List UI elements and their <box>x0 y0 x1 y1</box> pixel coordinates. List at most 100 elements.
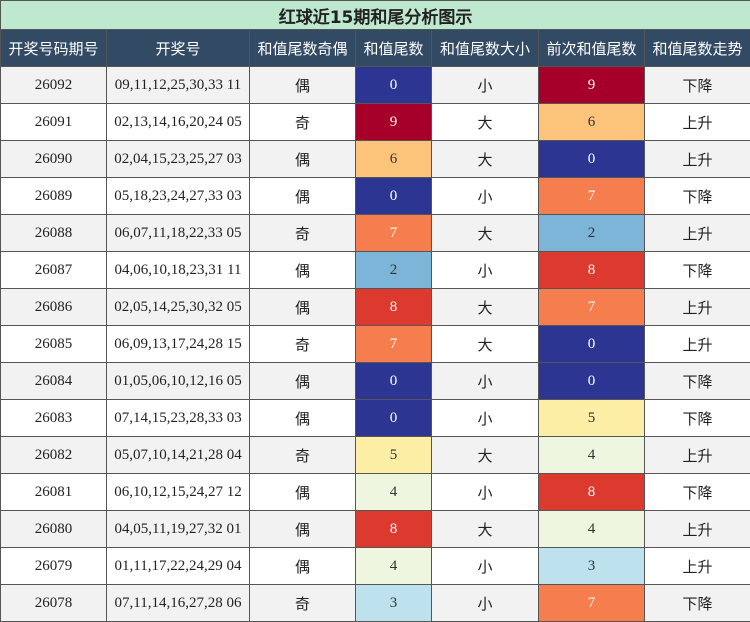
trend-cell: 下降 <box>645 585 750 622</box>
prev-tail-cell: 2 <box>539 215 645 252</box>
tail-cell: 4 <box>356 474 432 511</box>
issue-cell: 26087 <box>1 252 107 289</box>
size-cell: 大 <box>432 104 539 141</box>
tail-cell: 3 <box>356 585 432 622</box>
size-cell: 大 <box>432 215 539 252</box>
numbers-cell: 07,11,14,16,27,28 06 <box>107 585 250 622</box>
trend-cell: 上升 <box>645 141 750 178</box>
size-cell: 小 <box>432 178 539 215</box>
parity-cell: 偶 <box>250 474 356 511</box>
prev-tail-cell: 7 <box>539 289 645 326</box>
prev-tail-cell: 8 <box>539 252 645 289</box>
parity-cell: 偶 <box>250 252 356 289</box>
prev-tail-cell: 9 <box>539 67 645 104</box>
parity-cell: 偶 <box>250 141 356 178</box>
parity-cell: 偶 <box>250 511 356 548</box>
trend-cell: 上升 <box>645 511 750 548</box>
size-cell: 小 <box>432 585 539 622</box>
page-title: 红球近15期和尾分析图示 <box>1 1 750 30</box>
tail-cell: 0 <box>356 178 432 215</box>
numbers-cell: 04,06,10,18,23,31 11 <box>107 252 250 289</box>
prev-tail-cell: 4 <box>539 437 645 474</box>
table-row: 2608506,09,13,17,24,28 15奇7大0上升 <box>1 326 750 363</box>
table-row: 2609002,04,15,23,25,27 03偶6大0上升 <box>1 141 750 178</box>
header-prev-tail: 前次和值尾数 <box>539 30 645 67</box>
trend-cell: 上升 <box>645 437 750 474</box>
trend-cell: 上升 <box>645 104 750 141</box>
tail-analysis-table: 红球近15期和尾分析图示 开奖号码期号 开奖号 和值尾数奇偶 和值尾数 和值尾数… <box>0 0 750 622</box>
numbers-cell: 05,18,23,24,27,33 03 <box>107 178 250 215</box>
parity-cell: 偶 <box>250 289 356 326</box>
trend-cell: 下降 <box>645 67 750 104</box>
numbers-cell: 04,05,11,19,27,32 01 <box>107 511 250 548</box>
numbers-cell: 01,05,06,10,12,16 05 <box>107 363 250 400</box>
size-cell: 小 <box>432 548 539 585</box>
tail-cell: 8 <box>356 289 432 326</box>
issue-cell: 26080 <box>1 511 107 548</box>
issue-cell: 26083 <box>1 400 107 437</box>
size-cell: 大 <box>432 326 539 363</box>
size-cell: 大 <box>432 437 539 474</box>
trend-cell: 下降 <box>645 252 750 289</box>
prev-tail-cell: 0 <box>539 326 645 363</box>
tail-cell: 5 <box>356 437 432 474</box>
table-row: 2608905,18,23,24,27,33 03偶0小7下降 <box>1 178 750 215</box>
tail-cell: 7 <box>356 215 432 252</box>
parity-cell: 奇 <box>250 585 356 622</box>
prev-tail-cell: 7 <box>539 178 645 215</box>
table-row: 2608106,10,12,15,24,27 12偶4小8下降 <box>1 474 750 511</box>
prev-tail-cell: 6 <box>539 104 645 141</box>
numbers-cell: 09,11,12,25,30,33 11 <box>107 67 250 104</box>
trend-cell: 上升 <box>645 289 750 326</box>
parity-cell: 偶 <box>250 548 356 585</box>
tail-cell: 0 <box>356 363 432 400</box>
table-row: 2608205,07,10,14,21,28 04奇5大4上升 <box>1 437 750 474</box>
tail-analysis-figure: 红球近15期和尾分析图示 开奖号码期号 开奖号 和值尾数奇偶 和值尾数 和值尾数… <box>0 0 750 620</box>
header-size: 和值尾数大小 <box>432 30 539 67</box>
trend-cell: 下降 <box>645 400 750 437</box>
size-cell: 大 <box>432 289 539 326</box>
trend-cell: 上升 <box>645 548 750 585</box>
parity-cell: 偶 <box>250 178 356 215</box>
prev-tail-cell: 3 <box>539 548 645 585</box>
title-row: 红球近15期和尾分析图示 <box>1 1 750 30</box>
table-row: 2609102,13,14,16,20,24 05奇9大6上升 <box>1 104 750 141</box>
header-trend: 和值尾数走势 <box>645 30 750 67</box>
issue-cell: 26090 <box>1 141 107 178</box>
parity-cell: 偶 <box>250 67 356 104</box>
parity-cell: 奇 <box>250 215 356 252</box>
prev-tail-cell: 7 <box>539 585 645 622</box>
size-cell: 大 <box>432 141 539 178</box>
table-row: 2609209,11,12,25,30,33 11偶0小9下降 <box>1 67 750 104</box>
table-row: 2608806,07,11,18,22,33 05奇7大2上升 <box>1 215 750 252</box>
issue-cell: 26081 <box>1 474 107 511</box>
parity-cell: 奇 <box>250 104 356 141</box>
parity-cell: 奇 <box>250 437 356 474</box>
issue-cell: 26079 <box>1 548 107 585</box>
issue-cell: 26089 <box>1 178 107 215</box>
size-cell: 小 <box>432 400 539 437</box>
table-row: 2608004,05,11,19,27,32 01偶8大4上升 <box>1 511 750 548</box>
trend-cell: 上升 <box>645 326 750 363</box>
tail-cell: 9 <box>356 104 432 141</box>
tail-cell: 4 <box>356 548 432 585</box>
issue-cell: 26088 <box>1 215 107 252</box>
table-row: 2608704,06,10,18,23,31 11偶2小8下降 <box>1 252 750 289</box>
numbers-cell: 06,07,11,18,22,33 05 <box>107 215 250 252</box>
size-cell: 大 <box>432 511 539 548</box>
tail-cell: 0 <box>356 67 432 104</box>
trend-cell: 上升 <box>645 215 750 252</box>
tail-cell: 2 <box>356 252 432 289</box>
header-parity: 和值尾数奇偶 <box>250 30 356 67</box>
tail-cell: 6 <box>356 141 432 178</box>
issue-cell: 26092 <box>1 67 107 104</box>
prev-tail-cell: 0 <box>539 141 645 178</box>
parity-cell: 奇 <box>250 326 356 363</box>
issue-cell: 26084 <box>1 363 107 400</box>
issue-cell: 26078 <box>1 585 107 622</box>
numbers-cell: 06,09,13,17,24,28 15 <box>107 326 250 363</box>
size-cell: 小 <box>432 252 539 289</box>
issue-cell: 26082 <box>1 437 107 474</box>
issue-cell: 26085 <box>1 326 107 363</box>
tail-cell: 8 <box>356 511 432 548</box>
